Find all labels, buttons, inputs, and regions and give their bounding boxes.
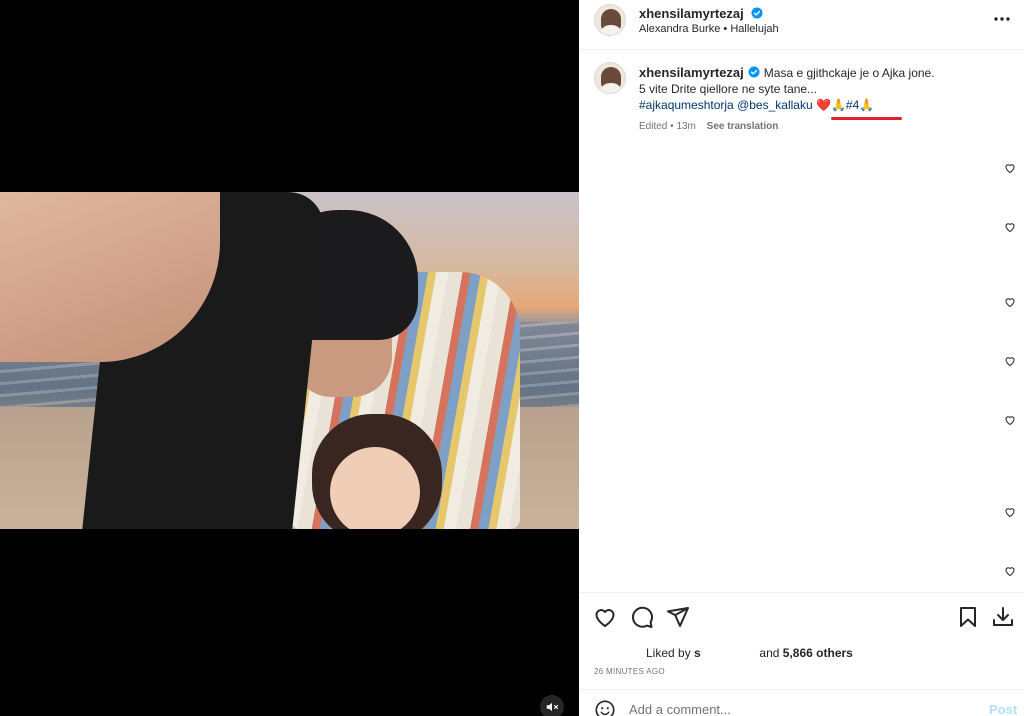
caption-line-2: 5 vite Drite qiellore ne syte tane... bbox=[639, 82, 818, 96]
liked-by-and: and bbox=[759, 646, 780, 660]
liked-by-prefix: Liked by bbox=[646, 646, 691, 660]
emoji-icon[interactable] bbox=[594, 699, 616, 716]
caption-mention[interactable]: @bes_kallaku bbox=[737, 98, 813, 112]
download-icon[interactable] bbox=[991, 605, 1015, 629]
post-comment-button[interactable]: Post bbox=[989, 702, 1017, 716]
verified-badge-icon bbox=[751, 7, 763, 19]
comment-like-heart-icon[interactable] bbox=[1004, 506, 1016, 518]
author-name-row: xhensilamyrtezaj bbox=[639, 5, 763, 23]
caption-author-avatar[interactable] bbox=[594, 62, 626, 94]
comment-like-heart-icon[interactable] bbox=[1004, 355, 1016, 367]
speaker-muted-icon bbox=[546, 702, 559, 712]
post-video[interactable] bbox=[0, 192, 579, 529]
video-girl-face bbox=[330, 447, 420, 529]
annotation-underline bbox=[831, 117, 902, 120]
see-translation-link[interactable]: See translation bbox=[707, 121, 779, 132]
comment-like-heart-icon[interactable] bbox=[1004, 221, 1016, 233]
comment-like-heart-icon[interactable] bbox=[1004, 565, 1016, 577]
verified-badge-icon bbox=[748, 66, 760, 78]
more-options-button[interactable] bbox=[991, 8, 1013, 30]
pray-emoji: 🙏 bbox=[830, 98, 846, 112]
audio-artist: Alexandra Burke bbox=[639, 23, 721, 35]
author-username[interactable]: xhensilamyrtezaj bbox=[639, 6, 744, 21]
post-time-ago: 26 MINUTES AGO bbox=[594, 667, 665, 676]
heart-emoji: ❤️ bbox=[815, 98, 831, 112]
comment-like-heart-icon[interactable] bbox=[1004, 414, 1016, 426]
edited-label: Edited bbox=[639, 121, 668, 132]
comment-like-heart-icon[interactable] bbox=[1004, 296, 1016, 308]
audio-separator: • bbox=[723, 23, 728, 35]
more-horizontal-icon bbox=[994, 17, 1010, 21]
audio-attribution[interactable]: Alexandra Burke • Hallelujah bbox=[639, 23, 779, 35]
bookmark-icon[interactable] bbox=[956, 605, 980, 629]
likes-count[interactable]: 5,866 others bbox=[783, 646, 853, 660]
post-actions: Liked by s and 5,866 others 26 MINUTES A… bbox=[579, 592, 1024, 716]
comment-icon[interactable] bbox=[630, 605, 654, 629]
send-icon[interactable] bbox=[666, 605, 690, 629]
media-viewer bbox=[0, 0, 579, 716]
author-avatar[interactable] bbox=[594, 4, 626, 36]
caption-time: 13m bbox=[676, 121, 696, 132]
caption-line-1: Masa e gjithckaje je o Ajka jone. bbox=[763, 66, 935, 80]
heart-icon[interactable] bbox=[593, 605, 617, 629]
post-side-panel: xhensilamyrtezaj Alexandra Burke • Halle… bbox=[579, 0, 1024, 716]
comment-input[interactable] bbox=[629, 700, 949, 716]
liked-by-summary[interactable]: Liked by s and 5,866 others bbox=[646, 646, 853, 660]
add-comment-row: Post bbox=[579, 689, 1024, 716]
liked-by-user[interactable]: s bbox=[694, 646, 701, 660]
pray-emoji: 🙏 bbox=[859, 98, 875, 112]
comment-like-heart-icon[interactable] bbox=[1004, 162, 1016, 174]
caption-hashtag[interactable]: #ajkaqumeshtorja bbox=[639, 98, 734, 112]
caption-hashtag-4[interactable]: #4 bbox=[846, 98, 859, 112]
mute-button[interactable] bbox=[540, 695, 564, 716]
caption-meta: Edited • 13m See translation bbox=[639, 121, 778, 132]
post-header: xhensilamyrtezaj Alexandra Burke • Halle… bbox=[579, 0, 1024, 50]
audio-track: Hallelujah bbox=[730, 23, 779, 35]
meta-separator: • bbox=[670, 121, 674, 132]
post-caption: xhensilamyrtezaj Masa e gjithckaje je o A… bbox=[639, 65, 979, 113]
caption-username[interactable]: xhensilamyrtezaj bbox=[639, 65, 744, 80]
